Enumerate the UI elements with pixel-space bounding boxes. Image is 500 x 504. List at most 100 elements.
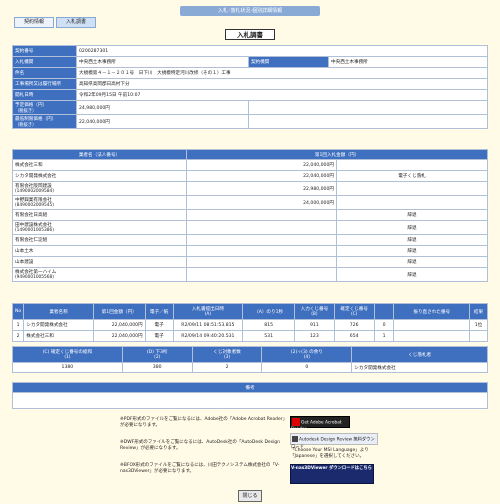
place-label: 工事場所又は履行場所 bbox=[12, 78, 77, 90]
tab-contract-info[interactable]: 契約情報 bbox=[14, 17, 54, 28]
bidder-name-text: 有限会社日高組 bbox=[15, 213, 48, 218]
bid-row: シカタ開発株式会社 22,040,000円 電子くじ落札 bbox=[12, 170, 488, 182]
lottery-cell: 726 bbox=[333, 319, 375, 331]
lottery-cell: 1位 bbox=[468, 319, 489, 331]
bidder-name: 株式会社三和 bbox=[12, 159, 187, 171]
lottery-header-cell: 電子／紙 bbox=[144, 303, 174, 320]
open-value: 令和2年09月15日 午前10:07 bbox=[76, 89, 488, 101]
lottery-cell: 22,040,000円 bbox=[92, 330, 146, 342]
lottery-cell: 911 bbox=[293, 319, 335, 331]
lottery-header-cell: 第1回金額（円） bbox=[92, 303, 146, 320]
project-value: 大規模第４－１－２０１号 日下川 大規模特定河川改修（その１）工事 bbox=[76, 67, 488, 79]
bidder-name: 山本建設 bbox=[12, 256, 187, 268]
bid-note: 辞退 bbox=[336, 245, 488, 257]
lottery-header-cell: 入札書提出日時 (A) bbox=[172, 303, 244, 320]
bid-note bbox=[336, 181, 488, 196]
lottery-cell: 電子 bbox=[144, 319, 174, 331]
lottery-row: 2 株式会社三和 22,040,000円 電子 R2/09/14 09:40:20.53… bbox=[11, 330, 489, 342]
estimate-value: 24,980,000円 bbox=[76, 100, 249, 115]
contract-info-table: 契約番号 0200287301 入札機関 中央西土木事務所 契約機関 中央西土木… bbox=[12, 45, 488, 129]
msi-note: 「Choose Your MSI Language」より 「Japanese」を… bbox=[290, 448, 369, 459]
lottery-header-sub: (A) bbox=[204, 312, 212, 317]
lottery-header-cell: 入力くじ番号 (B) bbox=[293, 303, 335, 320]
summary-header-cell: (C) 確定くじ番号の総和 (1) bbox=[12, 346, 123, 363]
min-price-value: 22,040,000円 bbox=[76, 114, 249, 129]
bid-amount bbox=[186, 267, 337, 282]
lottery-cell: シカタ開発株式会社 bbox=[23, 319, 94, 331]
bid-amount bbox=[186, 245, 337, 257]
bid-amount bbox=[186, 220, 337, 235]
org-value: 中央西土木事務所 bbox=[76, 56, 249, 68]
place-value: 高知県高岡郡日高村下分 bbox=[76, 78, 488, 90]
bid-amount: 22,040,000円 bbox=[186, 159, 337, 171]
bids-table: 業者名（法人番号） 第1回入札金額（円） 株式会社三和 22,040,000円 シカ… bbox=[12, 149, 488, 282]
bid-note: 辞退 bbox=[336, 220, 488, 235]
summary-value: 2 bbox=[191, 362, 263, 373]
lottery-cell: 1 bbox=[373, 330, 395, 342]
bidder-corp-number: (1490002009584) bbox=[15, 189, 54, 194]
summary-value: 380 bbox=[121, 362, 193, 373]
vnas-viewer-badge[interactable]: V-nas3DViewer ダウンロードはこちら bbox=[290, 464, 374, 484]
bid-row: 株式会社三和 22,040,000円 bbox=[12, 159, 488, 171]
pdf-note: ※PDF形式のファイルをご覧になるには、Adobe社の「Adobe Acroba… bbox=[120, 417, 288, 428]
tab-bid-report[interactable]: 入札調書 bbox=[56, 17, 96, 28]
lottery-table: No 業者名称 第1回金額（円） 電子／紙 入札書提出日時 (A) （A）のり1秒 入力くじ番… bbox=[11, 303, 489, 342]
summary-header-cell: (2)÷(3) の余り (4) bbox=[261, 346, 353, 363]
remarks-table: 備考 bbox=[12, 382, 488, 409]
summary-header-sub: (1) bbox=[64, 355, 71, 360]
bid-row: 有限会社阪岡建設 (1490002009584) 22,980,000円 bbox=[12, 181, 488, 196]
lottery-cell: 株式会社三和 bbox=[23, 330, 94, 342]
adobe-reader-badge[interactable]: Get Adobe Acrobat Reader bbox=[290, 416, 350, 432]
summary-header-sub: (2) bbox=[154, 355, 161, 360]
lottery-header-text: 業者名称 bbox=[49, 309, 68, 315]
bid-note: 辞退 bbox=[336, 267, 488, 282]
estimate-blank bbox=[248, 100, 488, 115]
min-price-blank bbox=[248, 114, 488, 129]
close-button[interactable]: 閉じる bbox=[238, 490, 262, 502]
lottery-header-cell: 振り直された番号 bbox=[393, 303, 470, 320]
bid-row: 山本土木 辞退 bbox=[12, 245, 488, 257]
lottery-cell: 22,040,000円 bbox=[92, 319, 146, 331]
lottery-header-text: 振り直された番号 bbox=[413, 309, 451, 315]
summary-header-sub: (3) bbox=[224, 355, 231, 360]
bid-amount: 24,000,000円 bbox=[186, 195, 337, 210]
adobe-icon bbox=[292, 418, 300, 426]
page-header-banner: 入札･落札状況-個別詳細情報 bbox=[180, 6, 320, 16]
lottery-cell: 電子 bbox=[144, 330, 174, 342]
summary-header-cell: くじ落札者 bbox=[351, 346, 488, 363]
tab-bar: 契約情報 入札調書 bbox=[14, 17, 98, 28]
lottery-header-text: 結果 bbox=[473, 309, 484, 315]
open-label: 開札日時 bbox=[12, 89, 77, 101]
bids-header-amount: 第1回入札金額（円） bbox=[186, 149, 488, 160]
lottery-header-cell: 結果 bbox=[468, 303, 489, 320]
lottery-cell bbox=[468, 330, 489, 342]
bidder-name-text: 山本建設 bbox=[15, 260, 34, 265]
min-price-label: 最低制限価格（円） （税抜き） bbox=[12, 114, 77, 129]
bidder-corp-number: (1490001005386) bbox=[15, 228, 54, 233]
lottery-header-sub: (B) bbox=[311, 312, 318, 317]
lottery-header-cell: （A）のり1秒 bbox=[242, 303, 295, 320]
lottery-header-text: （A）のり1秒 bbox=[254, 309, 284, 315]
bidder-name-text: 株式会社三和 bbox=[15, 163, 43, 168]
summary-header-cell: (D) 下3桁 (2) bbox=[121, 346, 193, 363]
lottery-header-cell: No bbox=[11, 303, 25, 320]
bidder-name: 山本土木 bbox=[12, 245, 187, 257]
bidder-corp-number: (9490001005568) bbox=[15, 275, 54, 280]
summary-value: 1380 bbox=[12, 362, 123, 373]
lottery-header-text: 第1回金額（円） bbox=[101, 309, 137, 315]
lottery-cell: 123 bbox=[293, 330, 335, 342]
autodesk-badge[interactable]: Autodesk Design Review 無料ダウンロード bbox=[290, 433, 378, 450]
summary-table: (C) 確定くじ番号の総和 (1) (D) 下3桁 (2) くじ対象者数 (3) (2)÷(… bbox=[12, 346, 488, 373]
bid-row: 有限会社仁淀組 辞退 bbox=[12, 234, 488, 246]
lottery-cell: 2 bbox=[11, 330, 25, 342]
contract-org-label: 契約機関 bbox=[248, 56, 329, 68]
lottery-cell: 1 bbox=[11, 319, 25, 331]
lottery-cell: R2/09/14 09:40:20.531 bbox=[172, 330, 244, 342]
lottery-cell: 0 bbox=[373, 319, 395, 331]
bids-header-name: 業者名（法人番号） bbox=[12, 149, 187, 160]
remarks-label: 備考 bbox=[12, 382, 488, 393]
summary-value: シカタ開発株式会社 bbox=[351, 362, 488, 373]
autodesk-icon bbox=[292, 436, 298, 442]
summary-value: 0 bbox=[261, 362, 353, 373]
summary-header-text: くじ落札者 bbox=[408, 352, 432, 358]
